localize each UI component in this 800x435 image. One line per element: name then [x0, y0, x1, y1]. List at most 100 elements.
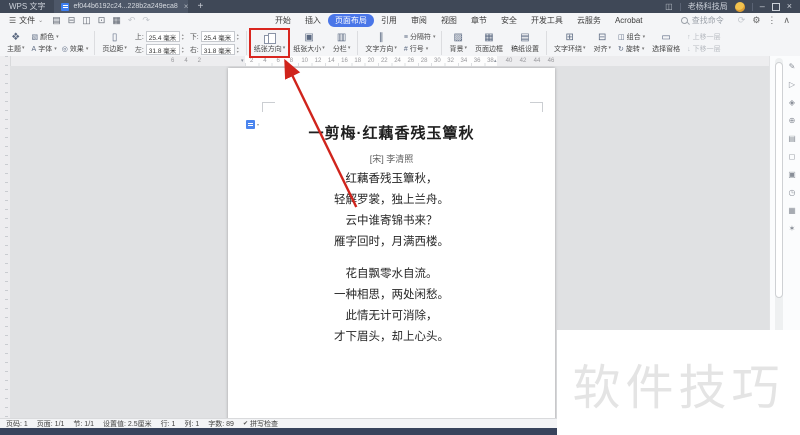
more-icon[interactable]: ⋮	[767, 15, 776, 26]
group-button[interactable]: ◫ 组合 ▾	[618, 32, 645, 42]
comment-icon[interactable]: ◻	[789, 152, 796, 161]
ribbon-tab[interactable]: 云服务	[570, 14, 608, 27]
card-icon[interactable]: ▤	[788, 134, 796, 143]
dropdown-caret-icon: ▾	[322, 45, 325, 51]
page-border-button[interactable]: ▦ 页面边框	[472, 29, 506, 57]
send-backward-icon: ↓	[687, 45, 691, 53]
fonts-icon: A	[31, 45, 37, 53]
layers-icon[interactable]: ▣	[788, 170, 796, 179]
selection-pane-button[interactable]: ▭ 选择窗格	[649, 29, 683, 57]
theme-colors-button[interactable]: ▧ 颜色 ▾	[32, 32, 89, 42]
spinner-icons[interactable]: ▴ ▾	[237, 45, 239, 54]
print-icon[interactable]: ⊡	[98, 15, 106, 26]
theme-fonts-button[interactable]: A 字体 ▾	[32, 44, 57, 54]
spinner-icons[interactable]: ▴ ▾	[182, 32, 184, 41]
text-wrap-icon: ⊞	[565, 31, 574, 43]
ribbon-tabs: 开始 插入 页面布局 引用 审阅 视图 章节 安全 开发工具 云服务 Acrobat	[268, 14, 650, 27]
scrollbar-thumb[interactable]	[775, 62, 783, 298]
breaks-icon: ≡	[403, 33, 408, 41]
text-wrap-button[interactable]: ⊞ 文字环绕 ▾	[551, 29, 589, 57]
sync-icon[interactable]: ⟳	[738, 15, 746, 26]
poem-line: 红藕香残玉簟秋，	[345, 173, 438, 185]
margin-top-input[interactable]	[145, 31, 180, 42]
ribbon-tab[interactable]: 安全	[494, 14, 524, 27]
ribbon-tab[interactable]: 引用	[374, 14, 404, 27]
app-menu-button[interactable]: WPS 文字	[0, 1, 54, 12]
lock-icon[interactable]: ◈	[789, 98, 795, 107]
ribbon-tab[interactable]: Acrobat	[608, 15, 650, 26]
pen-icon[interactable]: ✎	[789, 62, 796, 71]
undo-icon[interactable]: ↶	[128, 15, 136, 26]
margin-right-field: 右: ▴▾	[190, 44, 239, 55]
paper-grid-button[interactable]: ▤ 稿纸设置	[508, 29, 542, 57]
add-person-icon[interactable]: ⊕	[789, 116, 796, 125]
minimize-button[interactable]: –	[760, 2, 765, 11]
collapse-ribbon-icon[interactable]: ∧	[783, 15, 790, 26]
left-indent-marker[interactable]: ▾	[241, 56, 244, 66]
send-backward-button[interactable]: ↓ 下移一层	[687, 44, 721, 54]
poem-line: 雁字回时，月满西楼。	[334, 236, 449, 248]
colors-icon: ▧	[31, 34, 39, 41]
poem-line: 云中谁寄锦书来？	[345, 215, 438, 227]
user-name[interactable]: 老杨科技局	[688, 1, 728, 12]
poem-line: 此情无计可消除，	[345, 310, 438, 322]
document-page[interactable]: ▾ 一剪梅·红藕香残玉簟秋 [宋] 李清照 红藕香残玉簟秋， 轻解罗裳，独上兰舟。…	[228, 68, 555, 418]
status-item: 列: 1	[184, 420, 200, 428]
divider	[679, 2, 681, 11]
history-icon[interactable]: ◷	[789, 188, 796, 197]
redo-icon[interactable]: ↷	[142, 15, 150, 26]
paper-orientation-button[interactable]: 纸张方向 ▾	[251, 29, 289, 57]
align-button[interactable]: ⊟ 对齐 ▾	[590, 29, 614, 57]
breaks-button[interactable]: ≡ 分隔符 ▾	[404, 32, 436, 42]
group-icon: ◫	[618, 34, 625, 41]
print-preview-icon[interactable]: ▦	[112, 15, 121, 26]
rotate-button[interactable]: ↻ 旋转 ▾	[618, 44, 645, 54]
share-icon[interactable]: ✶	[789, 224, 796, 233]
margins-button[interactable]: ▯ 页边距 ▾	[99, 29, 130, 57]
ribbon-tab[interactable]: 开始	[268, 14, 298, 27]
dropdown-caret-icon: ▾	[56, 33, 59, 40]
status-items: 页码: 1 页面: 1/1 节: 1/1 设置值: 2.5厘米 行: 1 列: 1 字数: …	[6, 419, 234, 429]
bring-forward-button[interactable]: ↑ 上移一层	[687, 32, 721, 42]
export-pdf-icon[interactable]: ◫	[82, 15, 91, 26]
theme-button[interactable]: ❖ 主题 ▾	[4, 29, 28, 57]
cursor-icon[interactable]: ▷	[789, 80, 795, 89]
margin-left-input[interactable]	[145, 44, 180, 55]
image-icon[interactable]: ▦	[788, 206, 796, 215]
margin-bottom-input[interactable]	[200, 31, 235, 42]
poem-title: 一剪梅·红藕香残玉簟秋	[308, 125, 475, 142]
spinner-icons[interactable]: ▴ ▾	[182, 45, 184, 54]
spell-check-toggle[interactable]: ✔ 拼写检查	[243, 419, 278, 429]
ribbon-tab[interactable]: 审阅	[404, 14, 434, 27]
tab-close-icon[interactable]: ×	[184, 2, 189, 11]
text-direction-button[interactable]: ∥ 文字方向 ▾	[362, 29, 400, 57]
background-button[interactable]: ▨ 背景 ▾	[446, 29, 470, 57]
line-numbers-icon: #	[403, 45, 408, 53]
document-tab[interactable]: ef044b6192c24...228b2a249eca8 ×	[54, 0, 189, 13]
restore-button[interactable]	[771, 2, 780, 11]
save-icon[interactable]: ⊟	[68, 15, 76, 26]
ribbon-tab[interactable]: 插入	[298, 14, 328, 27]
columns-button[interactable]: ▥ 分栏 ▾	[330, 29, 354, 57]
margin-right-input[interactable]	[200, 44, 235, 55]
avatar[interactable]	[734, 1, 745, 12]
theme-effects-button[interactable]: ◎ 效果 ▾	[62, 44, 89, 54]
line-numbers-button[interactable]: # 行号 ▾	[404, 44, 436, 54]
ribbon-tab[interactable]: 视图	[434, 14, 464, 27]
close-button[interactable]: ×	[787, 2, 792, 11]
ribbon-tab-active[interactable]: 页面布局	[327, 14, 374, 27]
new-tab-button[interactable]: +	[197, 1, 203, 12]
open-folder-icon[interactable]: ▤	[52, 15, 61, 26]
file-menu-button[interactable]: ☰ 文件 ⌄	[0, 15, 52, 26]
command-search[interactable]: 查找命令	[680, 15, 724, 26]
ribbon-tab[interactable]: 开发工具	[524, 14, 570, 27]
spinner-icons[interactable]: ▴ ▾	[237, 32, 239, 41]
margin-fields: 上: ▴▾ 下: ▴▾ 左: ▴▾ 右: ▴▾	[132, 29, 242, 57]
workspace-icon[interactable]: ◫	[665, 2, 673, 11]
search-icon	[680, 17, 688, 24]
paper-size-button[interactable]: ▣ 纸张大小 ▾	[290, 29, 328, 57]
ribbon-tab[interactable]: 章节	[464, 14, 494, 27]
settings-gear-icon[interactable]: ⚙	[752, 15, 760, 26]
right-indent-marker[interactable]: ▴	[494, 56, 497, 66]
document-tab-title: ef044b6192c24...228b2a249eca8	[73, 3, 178, 10]
